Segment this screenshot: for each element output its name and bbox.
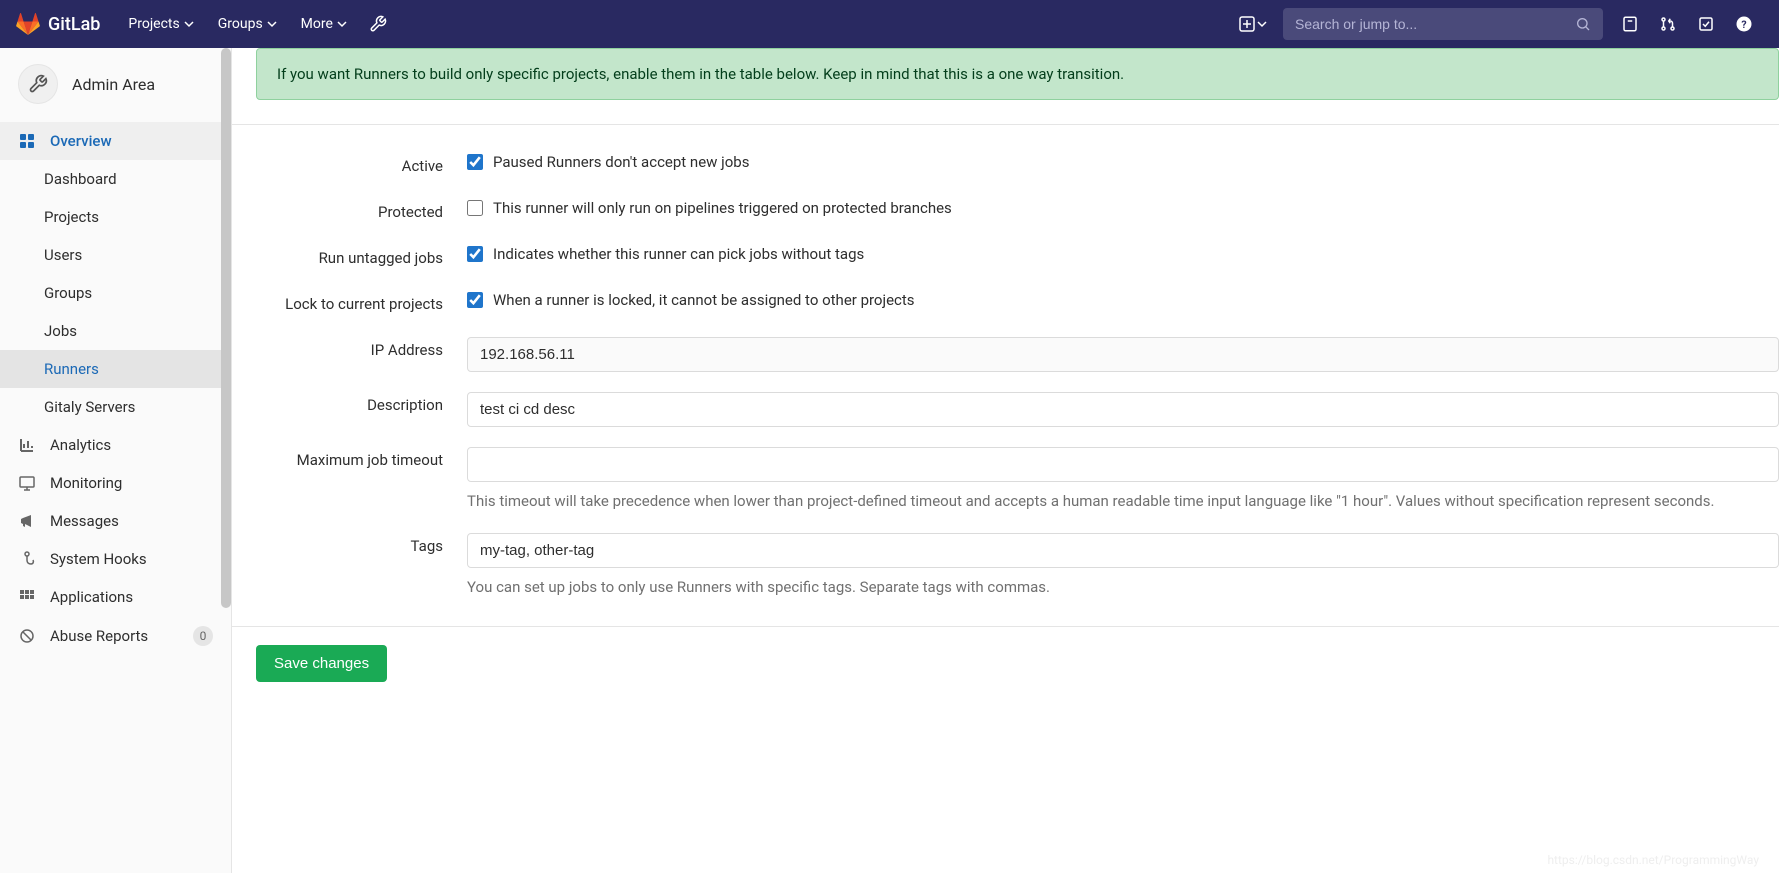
chevron-down-icon [267, 19, 277, 29]
slash-circle-icon [18, 628, 36, 644]
protected-checkbox-row[interactable]: This runner will only run on pipelines t… [467, 199, 1779, 217]
save-button[interactable]: Save changes [256, 645, 387, 682]
run-untagged-checkbox-row[interactable]: Indicates whether this runner can pick j… [467, 245, 1779, 263]
lock-checkbox[interactable] [467, 292, 483, 308]
merge-requests-icon[interactable] [1649, 0, 1687, 48]
sidebar-item-monitoring[interactable]: Monitoring [0, 464, 231, 502]
issues-icon[interactable] [1611, 0, 1649, 48]
admin-wrench-icon[interactable] [359, 0, 397, 48]
gitlab-logo[interactable]: GitLab [16, 12, 100, 36]
sidebar-sub-jobs[interactable]: Jobs [0, 312, 231, 350]
label-tags: Tags [232, 523, 467, 609]
tags-help: You can set up jobs to only use Runners … [467, 576, 1779, 599]
label-ip: IP Address [232, 327, 467, 382]
top-navbar: GitLab Projects Groups More ? [0, 0, 1779, 48]
run-untagged-checkbox[interactable] [467, 246, 483, 262]
active-checkbox-row[interactable]: Paused Runners don't accept new jobs [467, 153, 1779, 171]
ip-input [467, 337, 1779, 372]
sidebar-item-abuse-reports[interactable]: Abuse Reports 0 [0, 616, 231, 656]
sidebar-item-system-hooks[interactable]: System Hooks [0, 540, 231, 578]
todos-icon[interactable] [1687, 0, 1725, 48]
timeout-input[interactable] [467, 447, 1779, 482]
chevron-down-icon [184, 19, 194, 29]
runner-form: Active Paused Runners don't accept new j… [232, 143, 1779, 608]
chart-icon [18, 437, 36, 453]
sidebar-item-overview[interactable]: Overview [0, 122, 231, 160]
svg-text:?: ? [1741, 18, 1746, 31]
tags-input[interactable] [467, 533, 1779, 568]
hook-icon [18, 551, 36, 567]
monitor-icon [18, 475, 36, 491]
label-description: Description [232, 382, 467, 437]
sidebar-sub-projects[interactable]: Projects [0, 198, 231, 236]
plus-box-icon [1239, 16, 1255, 32]
nav-plus-menu[interactable] [1231, 16, 1275, 32]
description-input[interactable] [467, 392, 1779, 427]
label-protected: Protected [232, 189, 467, 235]
sidebar-item-applications[interactable]: Applications [0, 578, 231, 616]
main-content: If you want Runners to build only specif… [232, 48, 1779, 873]
chevron-down-icon [337, 19, 347, 29]
sidebar-title: Admin Area [72, 75, 155, 94]
chevron-down-icon [1257, 19, 1267, 29]
overview-icon [18, 133, 36, 149]
nav-projects[interactable]: Projects [116, 0, 205, 48]
label-timeout: Maximum job timeout [232, 437, 467, 523]
sidebar-sub-gitaly[interactable]: Gitaly Servers [0, 388, 231, 426]
brand-text: GitLab [48, 14, 100, 35]
apps-icon [18, 589, 36, 605]
sidebar: Admin Area Overview Dashboard Projects U… [0, 48, 232, 873]
search-input[interactable] [1295, 16, 1575, 32]
sidebar-sub-users[interactable]: Users [0, 236, 231, 274]
label-lock: Lock to current projects [232, 281, 467, 327]
sidebar-sub-dashboard[interactable]: Dashboard [0, 160, 231, 198]
sidebar-sub-runners[interactable]: Runners [0, 350, 231, 388]
sidebar-item-messages[interactable]: Messages [0, 502, 231, 540]
timeout-help: This timeout will take precedence when l… [467, 490, 1779, 513]
global-search[interactable] [1283, 8, 1603, 40]
nav-groups[interactable]: Groups [206, 0, 289, 48]
scrollbar-thumb[interactable] [221, 48, 231, 608]
watermark: https://blog.csdn.net/ProgrammingWay [1547, 853, 1759, 867]
label-active: Active [232, 143, 467, 189]
active-checkbox[interactable] [467, 154, 483, 170]
label-run-untagged: Run untagged jobs [232, 235, 467, 281]
gitlab-tanuki-icon [16, 12, 40, 36]
lock-checkbox-row[interactable]: When a runner is locked, it cannot be as… [467, 291, 1779, 309]
sidebar-sub-groups[interactable]: Groups [0, 274, 231, 312]
info-alert: If you want Runners to build only specif… [256, 48, 1779, 100]
bullhorn-icon [18, 513, 36, 529]
help-icon[interactable]: ? [1725, 0, 1763, 48]
protected-checkbox[interactable] [467, 200, 483, 216]
wrench-icon [18, 64, 58, 104]
sidebar-context[interactable]: Admin Area [0, 48, 231, 122]
search-icon [1575, 16, 1591, 32]
sidebar-item-analytics[interactable]: Analytics [0, 426, 231, 464]
nav-more[interactable]: More [289, 0, 359, 48]
abuse-count-badge: 0 [193, 626, 213, 646]
